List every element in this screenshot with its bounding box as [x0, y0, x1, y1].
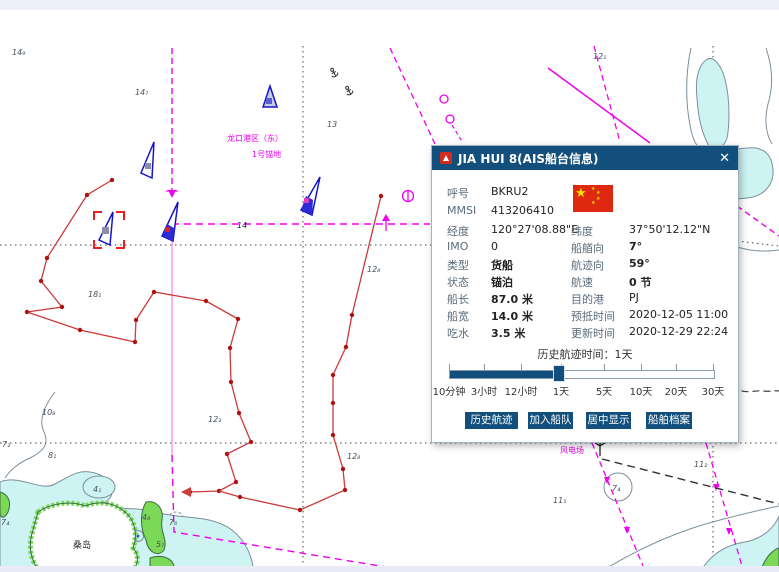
field-label: 吃水	[447, 325, 469, 341]
anchorage-icons	[329, 67, 354, 96]
center-display-button[interactable]: 居中显示	[586, 412, 631, 429]
join-fleet-button[interactable]: 加入船队	[528, 412, 573, 429]
field-label: 船艏向	[571, 240, 604, 256]
windfarm-label: 风电场	[560, 445, 584, 455]
field-label: IMO	[447, 240, 468, 253]
depth-label: 7₆	[169, 518, 178, 527]
slider-handle[interactable]	[553, 365, 565, 382]
depth-label: 4₈	[142, 513, 151, 522]
history-duration-slider[interactable]	[449, 370, 715, 379]
field-value: 59°	[629, 257, 650, 270]
info-row: 类型 货船 航迹向 59°	[432, 257, 738, 271]
info-row: IMO 0 船艏向 7°	[432, 240, 738, 254]
distance-label: 14	[237, 221, 247, 230]
slider-label: 1天	[539, 383, 583, 398]
depth-label: 12₈	[347, 452, 361, 461]
field-label: 类型	[447, 257, 469, 273]
info-row: 船宽 14.0 米 预抵时间 2020-12-05 11:00	[432, 308, 738, 322]
depth-label: 14₉	[12, 48, 26, 57]
flag-star: ★	[591, 187, 595, 192]
ais-ship-target[interactable]	[162, 202, 178, 241]
ship-icon	[440, 152, 452, 164]
field-label: 船长	[447, 291, 469, 307]
field-value: 2020-12-05 11:00	[629, 308, 728, 321]
field-value: 货船	[491, 257, 513, 273]
slider-label: 12小时	[499, 383, 543, 398]
ship-profile-button[interactable]: 船舶档案	[646, 412, 692, 429]
field-label: 状态	[447, 274, 469, 290]
field-label: 预抵时间	[571, 308, 615, 324]
ship-history-track	[27, 180, 381, 510]
field-label: 目的港	[571, 291, 604, 307]
ais-ship-target[interactable]	[301, 177, 320, 215]
depth-label: 10₈	[42, 408, 56, 417]
depth-label: 12₁	[593, 52, 606, 61]
ais-ship-target[interactable]	[263, 86, 277, 107]
depth-label: 4₁	[93, 485, 101, 494]
field-value: 7°	[629, 240, 642, 253]
ais-map-app: { "panel": { "title": "JIA HUI 8(AIS船台信息…	[0, 0, 779, 572]
field-value: BKRU2	[491, 185, 528, 198]
field-value: 2020-12-29 22:24	[629, 325, 728, 338]
slider-label: 30天	[691, 383, 735, 398]
field-label: 航迹向	[571, 257, 604, 273]
field-label: 航速	[571, 274, 593, 290]
info-row: 船长 87.0 米 目的港 PJ	[432, 291, 738, 305]
field-value: 0 节	[629, 274, 651, 290]
depth-label: 7₄	[1, 518, 10, 527]
info-row: 吃水 3.5 米 更新时间 2020-12-29 22:24	[432, 325, 738, 339]
flag-star: ★	[591, 201, 595, 206]
land-islands	[0, 492, 779, 572]
field-value: 87.0 米	[491, 291, 533, 307]
field-value: 120°27'08.88"E	[491, 223, 578, 236]
history-duration-title: 历史航迹时间：1天	[432, 346, 738, 362]
ais-info-panel: JIA HUI 8(AIS船台信息) ✕ 呼号 BKRU2 MMSI 41320…	[431, 145, 739, 443]
field-value: 14.0 米	[491, 308, 533, 324]
field-value: PJ	[629, 291, 639, 304]
field-value: 37°50'12.12"N	[629, 223, 710, 236]
depth-label: 13	[327, 120, 337, 129]
field-label: MMSI	[447, 204, 476, 217]
track-end-arrow	[181, 487, 191, 497]
depth-label: 7₂	[2, 440, 11, 449]
field-value: 413206410	[491, 204, 554, 217]
ais-ship-target-selected[interactable]	[94, 212, 124, 248]
depth-label: 12₈	[367, 265, 381, 274]
flag-star: ★	[575, 187, 587, 200]
field-label: 呼号	[447, 185, 469, 201]
port-area-label: 龙口港区（东）	[227, 133, 283, 143]
history-track-button[interactable]: 历史航迹	[465, 412, 518, 429]
depth-label: 12₃	[208, 415, 221, 424]
field-label: 更新时间	[571, 325, 615, 341]
depth-label: 18₁	[88, 290, 101, 299]
flag-star: ★	[596, 197, 600, 202]
info-row: 状态 锚泊 航速 0 节	[432, 274, 738, 288]
field-label: 船宽	[447, 308, 469, 324]
depth-label: 14₇	[135, 88, 149, 97]
depth-label: 11₁	[553, 496, 566, 505]
panel-header[interactable]: JIA HUI 8(AIS船台信息) ✕	[432, 146, 738, 170]
island-label: 桑岛	[73, 539, 91, 551]
bottom-window-strip	[0, 566, 779, 572]
china-flag: ★ ★ ★ ★ ★	[573, 185, 613, 212]
field-value: 3.5 米	[491, 325, 525, 341]
panel-title: JIA HUI 8(AIS船台信息)	[458, 150, 599, 167]
ais-ship-target[interactable]	[141, 142, 154, 178]
anchorage-label: 1号锚地	[252, 149, 281, 159]
close-icon[interactable]: ✕	[719, 152, 730, 165]
field-value: 0	[491, 240, 498, 253]
depth-label: 8₁	[48, 451, 56, 460]
depth-label: 11₂	[694, 460, 708, 469]
field-label: 纬度	[571, 223, 593, 239]
field-label: 经度	[447, 223, 469, 239]
depth-label: 5₇	[156, 540, 165, 549]
info-row: 经度 120°27'08.88"E 纬度 37°50'12.12"N	[432, 223, 738, 237]
depth-label: 7₄	[612, 484, 621, 493]
slider-fill	[450, 371, 560, 378]
field-value: 锚泊	[491, 274, 513, 290]
